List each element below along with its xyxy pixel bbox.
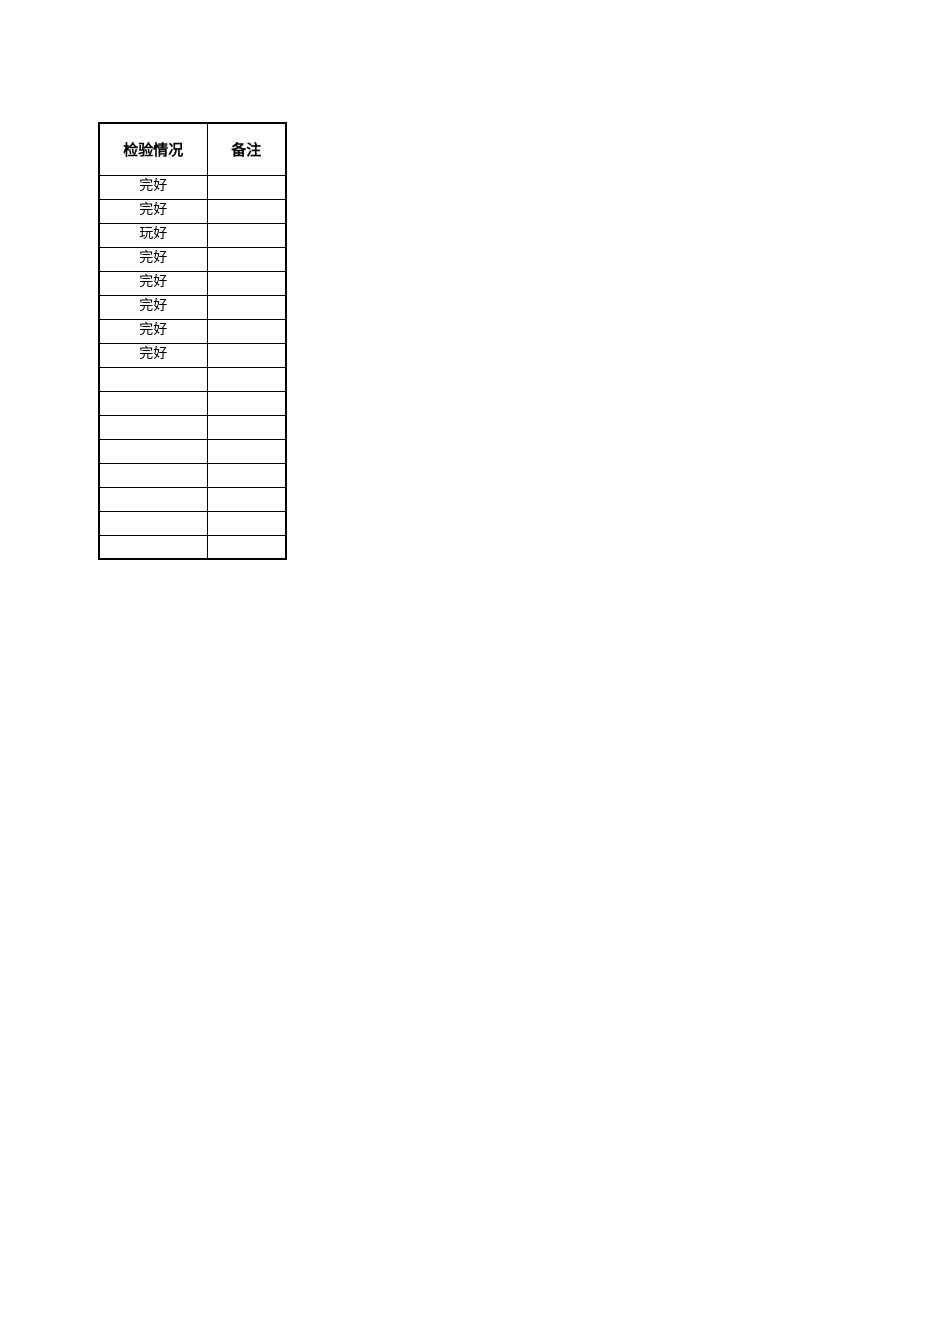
- cell-remark: [207, 367, 286, 391]
- cell-remark: [207, 295, 286, 319]
- cell-remark: [207, 223, 286, 247]
- header-status: 检验情况: [99, 123, 207, 175]
- cell-status: 完好: [99, 343, 207, 367]
- table-row: 完好: [99, 319, 286, 343]
- table-row: [99, 367, 286, 391]
- inspection-table: 检验情况 备注 完好 完好 玩好 完好 完好: [98, 122, 287, 560]
- cell-remark: [207, 487, 286, 511]
- cell-status: 完好: [99, 319, 207, 343]
- table-row: 完好: [99, 271, 286, 295]
- cell-remark: [207, 415, 286, 439]
- cell-remark: [207, 199, 286, 223]
- table-row: [99, 415, 286, 439]
- cell-status: [99, 487, 207, 511]
- cell-remark: [207, 463, 286, 487]
- cell-status: 完好: [99, 175, 207, 199]
- cell-status: 完好: [99, 271, 207, 295]
- cell-status: [99, 391, 207, 415]
- cell-status: 完好: [99, 295, 207, 319]
- table-row: 完好: [99, 343, 286, 367]
- cell-remark: [207, 439, 286, 463]
- table-row: [99, 463, 286, 487]
- cell-remark: [207, 343, 286, 367]
- table-row: [99, 511, 286, 535]
- cell-status: [99, 511, 207, 535]
- table-row: 完好: [99, 199, 286, 223]
- table-row: [99, 487, 286, 511]
- cell-remark: [207, 175, 286, 199]
- table-row: [99, 535, 286, 559]
- table-header-row: 检验情况 备注: [99, 123, 286, 175]
- cell-status: 玩好: [99, 223, 207, 247]
- table-row: 完好: [99, 295, 286, 319]
- cell-status: [99, 415, 207, 439]
- cell-status: [99, 367, 207, 391]
- cell-remark: [207, 535, 286, 559]
- cell-status: [99, 535, 207, 559]
- header-remark: 备注: [207, 123, 286, 175]
- cell-remark: [207, 271, 286, 295]
- cell-status: 完好: [99, 199, 207, 223]
- cell-remark: [207, 391, 286, 415]
- cell-status: [99, 439, 207, 463]
- cell-remark: [207, 511, 286, 535]
- cell-status: 完好: [99, 247, 207, 271]
- table-row: [99, 439, 286, 463]
- table-row: [99, 391, 286, 415]
- table-row: 完好: [99, 175, 286, 199]
- cell-remark: [207, 319, 286, 343]
- cell-remark: [207, 247, 286, 271]
- cell-status: [99, 463, 207, 487]
- table-row: 玩好: [99, 223, 286, 247]
- table-row: 完好: [99, 247, 286, 271]
